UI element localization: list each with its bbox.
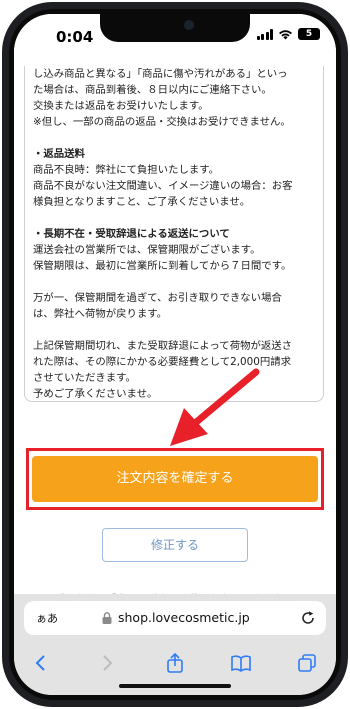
terms-panel[interactable]: し込み商品と異なる」「商品に傷や汚れがある」といっ た場合は、商品到着後、８日以… bbox=[24, 66, 324, 402]
edit-order-button[interactable]: 修正する bbox=[102, 528, 248, 562]
home-indicator bbox=[119, 684, 231, 688]
front-camera bbox=[184, 20, 194, 30]
forward-icon[interactable] bbox=[96, 652, 118, 674]
red-arrow-annotation bbox=[170, 368, 260, 446]
terms-line: は、弊社へ荷物が戻ります。 bbox=[33, 308, 168, 320]
terms-line: し込み商品と異なる」「商品に傷や汚れがある」といっ bbox=[33, 68, 288, 80]
page-content: し込み商品と異なる」「商品に傷や汚れがある」といっ た場合は、商品到着後、８日以… bbox=[14, 54, 336, 614]
share-icon[interactable] bbox=[164, 652, 186, 674]
lock-icon bbox=[102, 612, 112, 624]
address-bar-area: ぁあ shop.lovecosmetic.jp bbox=[14, 594, 336, 644]
notch bbox=[100, 14, 250, 42]
terms-line: ※但し、一部の商品の返品・交換はお受けできません。 bbox=[33, 116, 291, 128]
signal-icon bbox=[256, 28, 273, 40]
terms-line: 保管期限は、最初に営業所に到着してから７日間です。 bbox=[33, 260, 292, 272]
status-time: 0:04 bbox=[56, 28, 94, 46]
url-text[interactable]: shop.lovecosmetic.jp bbox=[118, 610, 250, 625]
wifi-icon bbox=[279, 29, 292, 39]
confirm-order-button[interactable]: 注文内容を確定する bbox=[32, 456, 318, 502]
terms-line: 運送会社の営業所では、保管期限がございます。 bbox=[33, 244, 261, 256]
battery-icon: 5 bbox=[298, 28, 320, 40]
reader-settings-button[interactable]: ぁあ bbox=[36, 610, 58, 626]
absence-heading: ・長期不在・受取辞退による返送について bbox=[33, 228, 230, 240]
reload-icon[interactable] bbox=[300, 610, 316, 626]
terms-line: 様負担となりますこと、ご了承くださいませ。 bbox=[33, 196, 251, 208]
terms-line: 上記保管期間切れ、また受取辞退によって荷物が返送さ bbox=[33, 340, 293, 352]
bookmarks-icon[interactable] bbox=[230, 652, 252, 674]
terms-line: 交換または返品をお受けいたします。 bbox=[33, 100, 209, 112]
terms-line: 商品不良時：弊社にて負担いたします。 bbox=[33, 164, 219, 176]
shipping-heading: ・返品送料 bbox=[33, 148, 85, 160]
tabs-icon[interactable] bbox=[296, 652, 318, 674]
back-icon[interactable] bbox=[30, 652, 52, 674]
status-icons: 5 bbox=[256, 28, 320, 40]
screen: 0:04 5 し込み商品と異なる」「商品に傷や汚れがある」といっ た場合は、商品… bbox=[14, 14, 336, 695]
browser-toolbar bbox=[14, 644, 336, 695]
terms-line: 万が一、保管期間を過ぎて、お引き取りできない場合 bbox=[33, 292, 282, 304]
status-bar: 0:04 5 bbox=[14, 14, 336, 54]
address-field[interactable]: ぁあ shop.lovecosmetic.jp bbox=[24, 601, 326, 635]
terms-line: た場合は、商品到着後、８日以内にご連絡下さい。 bbox=[33, 84, 272, 96]
terms-line: 商品不良がない注文間違い、イメージ違いの場合：お客 bbox=[33, 180, 293, 192]
